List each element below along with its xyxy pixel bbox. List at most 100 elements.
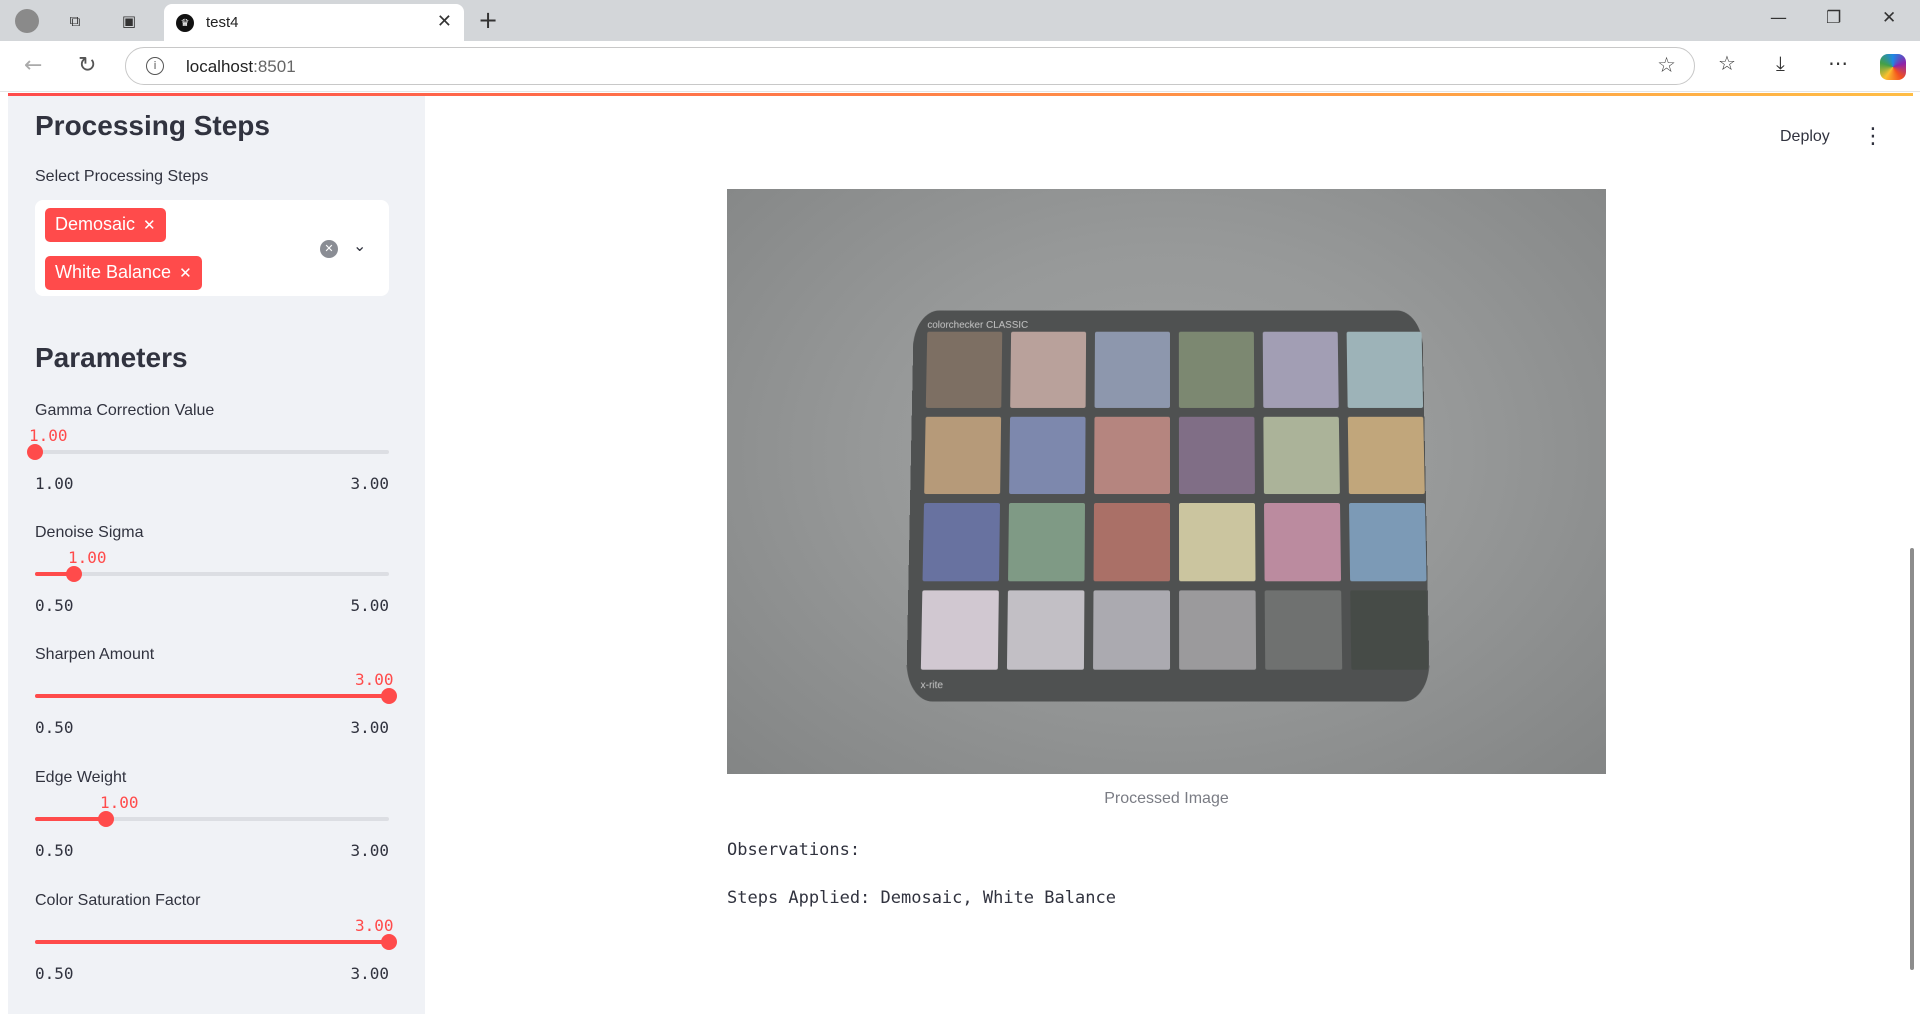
favorites-icon[interactable]: ☆ xyxy=(1718,51,1736,75)
slider-label: Gamma Correction Value xyxy=(35,402,215,419)
color-patch xyxy=(1093,590,1171,670)
color-patch xyxy=(1349,503,1427,582)
color-patch xyxy=(1178,331,1255,408)
slider-thumb[interactable] xyxy=(381,934,397,950)
slider-denoise-sigma[interactable]: Denoise Sigma 1.00 0.50 5.00 xyxy=(35,524,389,634)
slider-min: 0.50 xyxy=(35,841,74,860)
restore-icon[interactable]: ❐ xyxy=(1826,8,1841,28)
steps-applied-text: Steps Applied: Demosaic, White Balance xyxy=(727,888,1116,908)
browser-tab-bar: ⧉ ▣ ♛ test4 ✕ + — ❐ ✕ xyxy=(0,0,1920,41)
main-menu-icon[interactable]: ⋮ xyxy=(1862,124,1884,149)
back-icon[interactable]: ← xyxy=(24,53,42,78)
slider-max: 3.00 xyxy=(350,841,389,860)
slider-sharpen-amount[interactable]: Sharpen Amount 3.00 0.50 3.00 xyxy=(35,646,397,756)
slider-value: 1.00 xyxy=(29,426,68,445)
slider-label: Denoise Sigma xyxy=(35,524,144,541)
slider-value: 1.00 xyxy=(68,548,107,567)
slider-value: 3.00 xyxy=(355,670,394,689)
color-patch xyxy=(1262,331,1339,408)
color-patch xyxy=(1010,331,1087,408)
copilot-icon[interactable] xyxy=(1880,54,1906,80)
scrollbar[interactable] xyxy=(1910,548,1914,970)
favorite-star-icon[interactable]: ☆ xyxy=(1657,53,1676,77)
slider-value: 3.00 xyxy=(355,916,394,935)
color-patch xyxy=(1263,416,1340,495)
more-menu-icon[interactable]: ⋯ xyxy=(1828,51,1848,75)
color-patch xyxy=(1346,331,1424,408)
slider-label: Edge Weight xyxy=(35,769,127,786)
image-caption: Processed Image xyxy=(1104,790,1229,807)
select-steps-label: Select Processing Steps xyxy=(35,168,209,185)
slider-min: 0.50 xyxy=(35,718,74,737)
slider-thumb[interactable] xyxy=(66,566,82,582)
color-patch xyxy=(920,590,999,670)
slider-track[interactable] xyxy=(35,811,389,827)
slider-min: 0.50 xyxy=(35,964,74,983)
color-patch xyxy=(924,416,1002,495)
color-patch xyxy=(1009,416,1086,495)
collections-icon[interactable]: ⧉ xyxy=(62,8,88,34)
slider-gamma-correction-value[interactable]: Gamma Correction Value 1.00 1.00 3.00 xyxy=(27,402,389,512)
color-patch xyxy=(1264,590,1343,670)
chip-demosaic[interactable]: Demosaic ✕ xyxy=(45,208,166,242)
refresh-icon[interactable]: ↻ xyxy=(78,53,96,78)
profile-icon[interactable] xyxy=(14,8,40,34)
processing-steps-heading: Processing Steps xyxy=(35,110,270,141)
slider-label: Sharpen Amount xyxy=(35,646,155,663)
color-patch xyxy=(1347,416,1425,495)
slider-fill xyxy=(35,940,389,944)
slider-thumb[interactable] xyxy=(381,688,397,704)
slider-track[interactable] xyxy=(35,566,389,582)
color-patch xyxy=(1264,503,1342,582)
url-text: localhost:8501 xyxy=(186,57,296,76)
color-patches xyxy=(920,331,1429,670)
slider-track[interactable] xyxy=(27,444,389,460)
slider-max: 5.00 xyxy=(350,596,389,615)
color-patch xyxy=(1093,503,1171,582)
slider-value: 1.00 xyxy=(100,793,139,812)
slider-edge-weight[interactable]: Edge Weight 1.00 0.50 3.00 xyxy=(35,769,389,879)
slider-color-saturation-factor[interactable]: Color Saturation Factor 3.00 0.50 3.00 xyxy=(35,892,397,1002)
color-patch xyxy=(1179,503,1256,582)
processing-steps-multiselect[interactable]: Demosaic ✕ White Balance ✕ ✕ ⌄ xyxy=(35,200,389,296)
streamlit-favicon-icon: ♛ xyxy=(176,14,194,32)
new-tab-icon[interactable]: + xyxy=(478,6,498,34)
observations-label: Observations: xyxy=(727,840,861,860)
deploy-button[interactable]: Deploy xyxy=(1780,128,1830,146)
address-toolbar: ← ↻ i localhost:8501 ☆ ☆ ⤓ ⋯ xyxy=(0,41,1920,92)
tab-title: test4 xyxy=(206,14,239,31)
slider-max: 3.00 xyxy=(350,964,389,983)
color-patch xyxy=(1006,590,1085,670)
window-close-icon[interactable]: ✕ xyxy=(1882,8,1896,28)
remove-chip-icon[interactable]: ✕ xyxy=(143,216,156,234)
slider-min: 0.50 xyxy=(35,596,74,615)
processed-image: colorchecker CLASSIC x-rite xyxy=(727,189,1606,774)
color-checker-chart: colorchecker CLASSIC x-rite xyxy=(906,310,1430,702)
chevron-down-icon[interactable]: ⌄ xyxy=(353,236,366,255)
slider-fill xyxy=(35,817,106,821)
chip-white-balance[interactable]: White Balance ✕ xyxy=(45,256,202,290)
address-bar[interactable]: i localhost:8501 ☆ xyxy=(125,47,1695,85)
sidebar: Processing Steps Select Processing Steps… xyxy=(8,96,425,1014)
slider-thumb[interactable] xyxy=(98,811,114,827)
clear-all-icon[interactable]: ✕ xyxy=(320,240,338,258)
downloads-icon[interactable]: ⤓ xyxy=(1776,51,1785,75)
slider-max: 3.00 xyxy=(350,718,389,737)
color-patch xyxy=(1350,590,1429,670)
minimize-icon[interactable]: — xyxy=(1770,8,1787,28)
slider-label: Color Saturation Factor xyxy=(35,892,201,909)
remove-chip-icon[interactable]: ✕ xyxy=(179,264,192,282)
color-patch xyxy=(1179,590,1257,670)
site-info-icon[interactable]: i xyxy=(146,57,164,75)
close-tab-icon[interactable]: ✕ xyxy=(437,11,452,32)
tab-actions-icon[interactable]: ▣ xyxy=(116,8,142,34)
color-patch xyxy=(1178,416,1255,495)
browser-tab[interactable]: ♛ test4 ✕ xyxy=(164,4,464,41)
color-patch xyxy=(922,503,1000,582)
slider-track[interactable] xyxy=(35,934,397,950)
slider-track[interactable] xyxy=(35,688,397,704)
color-patch xyxy=(1008,503,1085,582)
slider-thumb[interactable] xyxy=(27,444,43,460)
color-patch xyxy=(1094,331,1170,408)
slider-min: 1.00 xyxy=(35,474,74,493)
